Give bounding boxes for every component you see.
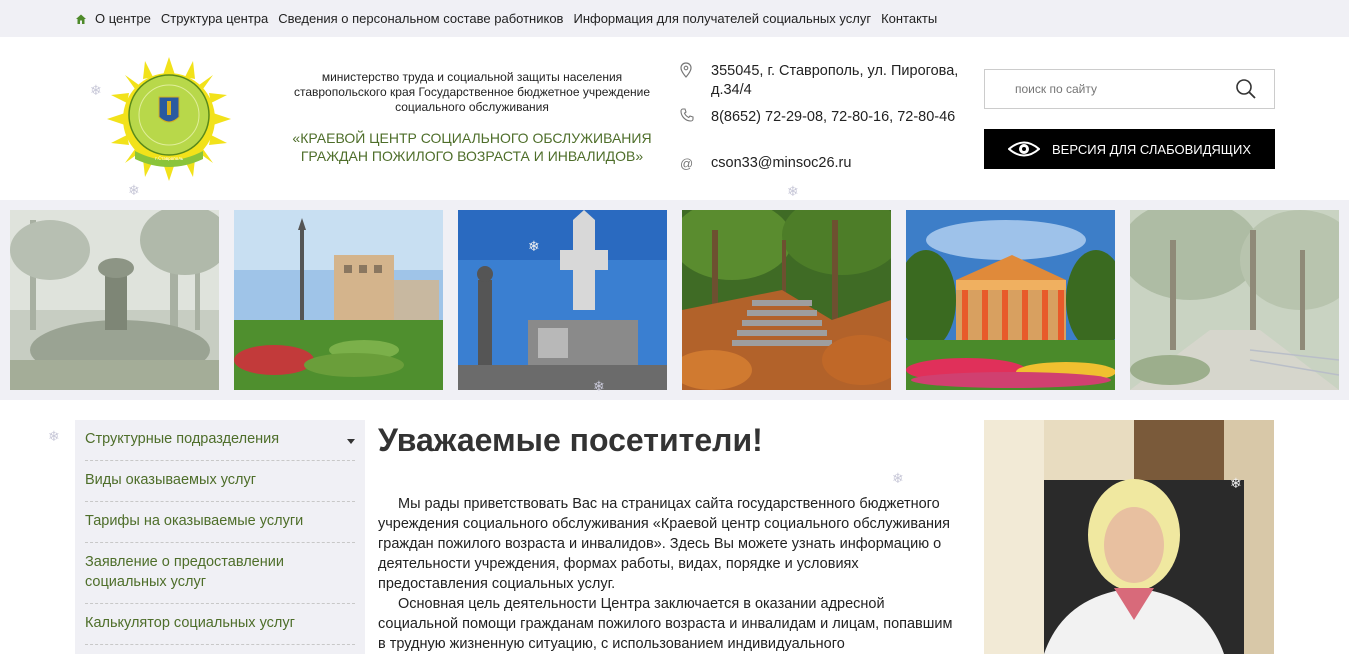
sidebar-item-calculator[interactable]: Калькулятор социальных услуг [85, 613, 355, 645]
nav-link-contacts[interactable]: Контакты [881, 11, 937, 26]
gallery-photo-cross-monument[interactable] [458, 210, 667, 390]
gallery-photo-alley[interactable] [1130, 210, 1339, 390]
snowflake-decoration: ❄ [90, 82, 102, 98]
address-text: 355045, г. Ставрополь, ул. Пирогова, д.3… [711, 63, 959, 98]
sidebar-item-label: Заявление о предоставлении социальных ус… [85, 554, 284, 590]
search-icon[interactable] [1235, 78, 1257, 100]
sidebar-item-tariffs[interactable]: Тарифы на оказываемые услуги [85, 511, 355, 543]
sidebar-item-application[interactable]: Заявление о предоставлении социальных ус… [85, 552, 355, 604]
phone-icon [680, 108, 711, 127]
svg-text:г.Ставрополь: г.Ставрополь [155, 156, 184, 161]
ministry-line: ставропольского края Государственное бюд… [293, 85, 651, 99]
sidebar-menu: Структурные подразделения Виды оказываем… [75, 420, 365, 654]
contact-address: 355045, г. Ставрополь, ул. Пирогова, д.3… [680, 62, 973, 100]
center-name-line: «КРАЕВОЙ ЦЕНТР СОЦИАЛЬНОГО ОБСЛУЖИВАНИЯ [292, 130, 652, 146]
search-box [984, 69, 1275, 109]
snowflake-decoration: ❄ [128, 182, 140, 198]
top-navigation: О центре Структура центра Сведения о пер… [0, 0, 1349, 37]
nav-link-recipients-info[interactable]: Информация для получателей социальных ус… [573, 11, 871, 26]
contact-email: @ cson33@minsoc26.ru [680, 154, 973, 173]
ministry-line: социального обслуживания [395, 100, 549, 114]
location-icon [680, 62, 711, 100]
low-vision-version-button[interactable]: ВЕРСИЯ ДЛЯ СЛАБОВИДЯЩИХ [984, 129, 1275, 169]
gallery-photo-pavilion[interactable] [906, 210, 1115, 390]
center-name-line: ГРАЖДАН ПОЖИЛОГО ВОЗРАСТА И ИНВАЛИДОВ» [300, 148, 644, 164]
welcome-paragraph: Основная цель деятельности Центра заключ… [378, 596, 953, 652]
sidebar-item-label: Тарифы на оказываемые услуги [85, 513, 304, 529]
nav-link-structure[interactable]: Структура центра [161, 11, 268, 26]
snowflake-decoration: ❄ [892, 470, 904, 486]
page-title: Уважаемые посетители! [378, 422, 763, 458]
search-input[interactable] [985, 71, 1225, 107]
contact-phone: 8(8652) 72-29-08, 72-80-16, 72-80-46 [680, 108, 973, 127]
sidebar-item-label: Структурные подразделения [85, 431, 280, 447]
sidebar-item-services[interactable]: Виды оказываемых услуг [85, 470, 355, 502]
photo-gallery [0, 200, 1349, 400]
welcome-text: Мы рады приветствовать Вас на страницах … [378, 494, 960, 654]
ministry-name: министерство труда и социальной защиты н… [282, 70, 662, 115]
sidebar-item-label: Калькулятор социальных услуг [85, 615, 295, 631]
chevron-down-icon[interactable] [347, 439, 355, 444]
gallery-photo-square[interactable] [234, 210, 443, 390]
phone-text[interactable]: 8(8652) 72-29-08, 72-80-16, 72-80-46 [711, 108, 973, 127]
welcome-paragraph: Мы рады приветствовать Вас на страницах … [378, 496, 950, 592]
low-vision-label: ВЕРСИЯ ДЛЯ СЛАБОВИДЯЩИХ [1052, 141, 1251, 157]
eye-icon [1008, 141, 1040, 157]
center-name: «КРАЕВОЙ ЦЕНТР СОЦИАЛЬНОГО ОБСЛУЖИВАНИЯ … [282, 129, 662, 165]
gallery-photo-fountain[interactable] [10, 210, 219, 390]
gallery-photo-stairs-park[interactable] [682, 210, 891, 390]
site-logo[interactable]: г.Ставрополь [107, 57, 231, 181]
ministry-line: министерство труда и социальной защиты н… [321, 70, 623, 84]
snowflake-decoration: ❄ [48, 428, 60, 444]
nav-link-about[interactable]: О центре [95, 11, 151, 26]
sidebar-item-label: Виды оказываемых услуг [85, 472, 257, 488]
director-portrait [984, 420, 1274, 654]
email-link[interactable]: cson33@minsoc26.ru [711, 154, 973, 173]
nav-link-staff[interactable]: Сведения о персональном составе работник… [278, 11, 563, 26]
home-icon[interactable] [75, 13, 87, 25]
snowflake-decoration: ❄ [787, 183, 799, 199]
email-symbol: @ [680, 156, 694, 171]
sidebar-item-structural-divisions[interactable]: Структурные подразделения [85, 429, 355, 461]
